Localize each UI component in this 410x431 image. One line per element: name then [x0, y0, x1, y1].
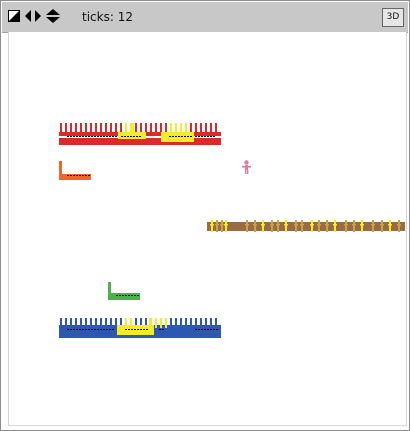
world-canvas — [59, 123, 405, 338]
orange-factory — [59, 161, 91, 180]
blue-factory-row — [59, 318, 221, 338]
toolbar: ticks: 12 3D — [2, 2, 408, 33]
ticks-counter: ticks: 12 — [82, 10, 133, 24]
horizontal-arrows-icon[interactable] — [25, 10, 41, 22]
brown-road — [207, 220, 405, 232]
world-view[interactable] — [8, 32, 407, 426]
vertical-arrows-icon[interactable] — [46, 9, 60, 23]
pink-person — [242, 160, 251, 174]
window: ticks: 12 3D — [0, 0, 410, 431]
red-factory-row — [59, 123, 221, 145]
zoom-icon[interactable] — [8, 10, 20, 22]
view-3d-button[interactable]: 3D — [382, 8, 404, 27]
green-factory — [108, 282, 140, 300]
